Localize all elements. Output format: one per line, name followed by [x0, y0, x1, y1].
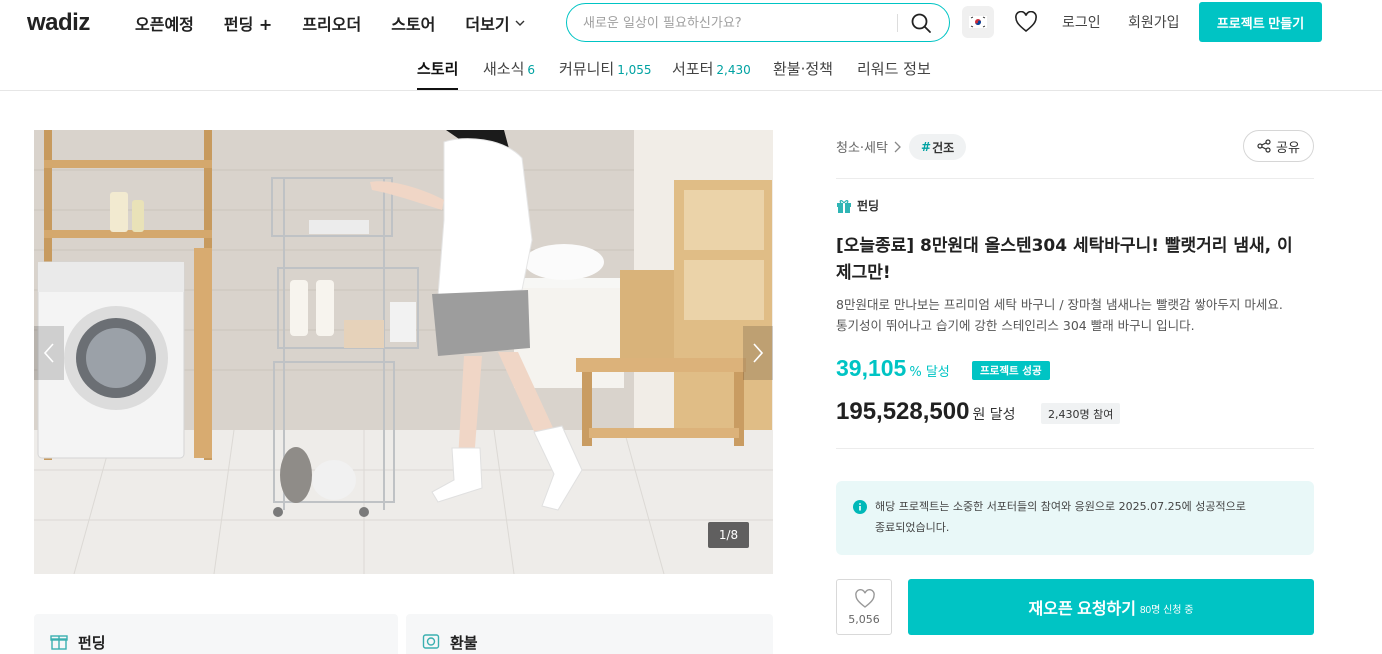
category-label: 청소·세탁 [836, 141, 888, 156]
category-breadcrumb[interactable]: 청소·세탁 [836, 137, 902, 156]
achievement-rate-unit: % 달성 [909, 365, 950, 380]
language-flag-button[interactable] [962, 6, 994, 38]
like-count: 5,056 [848, 613, 880, 626]
hashtag-chip[interactable]: # 건조 [909, 134, 967, 160]
tab-news-count: 6 [527, 63, 536, 77]
achievement-rate: 39,105 % 달성 [836, 355, 950, 382]
info-icon [853, 500, 867, 514]
project-type-label: 펀딩 [857, 199, 880, 213]
funding-info-card[interactable]: 펀딩 [34, 614, 398, 654]
tab-supporters-label: 서포터 [672, 60, 714, 78]
notice-line: 종료되었습니다. [875, 521, 950, 534]
tab-community[interactable]: 커뮤니티 1,055 [559, 58, 652, 90]
tab-news[interactable]: 새소식 6 [483, 58, 535, 90]
heart-icon [855, 589, 875, 608]
image-counter: 1/8 [708, 522, 749, 548]
refund-icon [422, 634, 440, 649]
tab-community-count: 1,055 [617, 63, 652, 77]
project-main-image[interactable]: 1/8 [34, 130, 773, 574]
reopen-request-count: 80명 신청 중 [1140, 605, 1194, 616]
tab-refund-policy-label: 환불·정책 [773, 60, 833, 78]
tab-reward-info[interactable]: 리워드 정보 [857, 58, 931, 90]
funding-card-title: 펀딩 [78, 634, 106, 652]
nav-funding[interactable]: 펀딩 + [224, 11, 272, 35]
divider [836, 448, 1314, 449]
notice-line: 해당 프로젝트는 소중한 서포터들의 참여와 응원으로 2025.07.25에 … [875, 500, 1246, 513]
search-box [566, 3, 950, 42]
funded-amount-value: 195,528,500 [836, 398, 970, 425]
divider [836, 178, 1314, 179]
nav-more[interactable]: 더보기 [465, 11, 525, 35]
project-tabs: 스토리 새소식 6 커뮤니티 1,055 서포터 2,430 환불·정책 리워드 정보 [0, 52, 1382, 91]
like-button[interactable]: 5,056 [836, 579, 892, 635]
gift-icon [50, 635, 68, 650]
tab-community-label: 커뮤니티 [559, 60, 615, 78]
achievement-rate-value: 39,105 [836, 355, 907, 381]
laundry-room-photo [34, 130, 773, 574]
nav-preorder[interactable]: 프리오더 [302, 11, 361, 35]
chevron-left-icon [43, 343, 54, 363]
project-title: [오늘종료] 8만원대 올스텐304 세탁바구니! 빨랫거리 냄새, 이제그만! [836, 236, 1293, 283]
tab-story-label: 스토리 [417, 60, 459, 78]
share-label: 공유 [1276, 140, 1300, 156]
wishlist-heart-icon[interactable] [1014, 11, 1038, 33]
refund-card-title: 환불 [450, 634, 478, 652]
search-input[interactable] [583, 13, 883, 33]
nav-more-label: 더보기 [465, 15, 510, 34]
reopen-request-label: 재오픈 요청하기 [1028, 601, 1137, 618]
tab-reward-info-label: 리워드 정보 [857, 60, 931, 78]
project-ended-notice: 해당 프로젝트는 소중한 서포터들의 참여와 응원으로 2025.07.25에 … [836, 481, 1314, 555]
notice-text: 해당 프로젝트는 소중한 서포터들의 참여와 응원으로 2025.07.25에 … [875, 496, 1285, 538]
nav-store[interactable]: 스토어 [391, 11, 435, 35]
tab-story[interactable]: 스토리 [417, 58, 459, 90]
hashtag-label: 건조 [932, 140, 955, 155]
top-header: wadiz 오픈예정 펀딩 + 프리오더 스토어 더보기 로그인 회원가입 프로… [0, 0, 1382, 46]
supporter-count-badge: 2,430명 참여 [1041, 403, 1121, 424]
signup-link[interactable]: 회원가입 [1128, 12, 1180, 32]
chevron-right-icon [753, 343, 764, 363]
reopen-request-button[interactable]: 재오픈 요청하기 80명 신청 중 [908, 579, 1314, 635]
tab-supporters-count: 2,430 [716, 63, 751, 77]
nav-open-soon[interactable]: 오픈예정 [135, 11, 194, 35]
next-image-button[interactable] [743, 326, 773, 380]
share-button[interactable]: 공유 [1243, 130, 1314, 162]
login-link[interactable]: 로그인 [1062, 12, 1101, 32]
tab-refund-policy[interactable]: 환불·정책 [773, 58, 833, 90]
tab-supporters[interactable]: 서포터 2,430 [672, 58, 751, 90]
search-icon[interactable] [910, 12, 932, 34]
search-divider [897, 14, 898, 32]
hash-icon: # [921, 140, 932, 154]
main-nav: 오픈예정 펀딩 + 프리오더 스토어 더보기 [135, 11, 556, 35]
gift-icon [837, 199, 851, 213]
funded-amount-unit: 원 달성 [972, 407, 1016, 423]
share-icon [1257, 139, 1271, 153]
description-line: 통기성이 뛰어나고 습기에 강한 스테인리스 304 빨래 바구니 입니다. [836, 318, 1195, 333]
description-line: 8만원대로 만나보는 프리미엄 세탁 바구니 / 장마철 냄새나는 빨랫감 쌓아… [836, 297, 1283, 312]
wadiz-logo[interactable]: wadiz [27, 9, 90, 37]
make-project-button[interactable]: 프로젝트 만들기 [1199, 2, 1322, 42]
refund-info-card[interactable]: 환불 [406, 614, 773, 654]
chevron-down-icon [515, 20, 525, 26]
project-type: 펀딩 [836, 197, 879, 214]
prev-image-button[interactable] [34, 326, 64, 380]
korea-flag-icon [969, 16, 987, 28]
chevron-right-icon [894, 141, 901, 152]
project-description: 8만원대로 만나보는 프리미엄 세탁 바구니 / 장마철 냄새나는 빨랫감 쌓아… [836, 294, 1314, 336]
funded-amount: 195,528,500 원 달성 [836, 398, 1016, 426]
tab-news-label: 새소식 [483, 60, 525, 78]
status-badge: 프로젝트 성공 [972, 361, 1050, 380]
